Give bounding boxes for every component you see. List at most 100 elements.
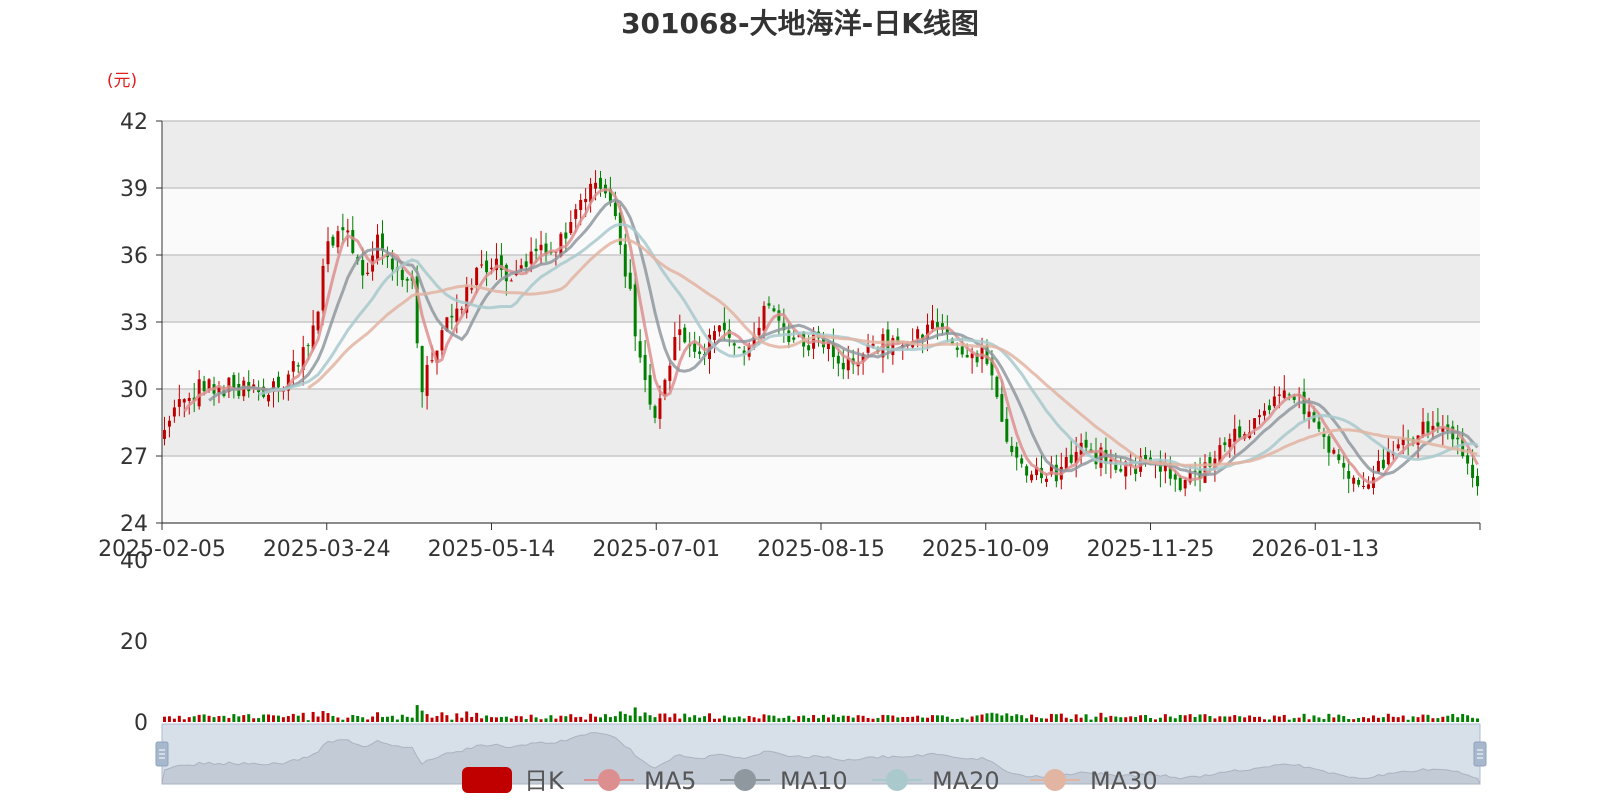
candle[interactable] <box>995 375 999 399</box>
volume-bar <box>876 717 880 722</box>
volume-bar <box>757 718 761 722</box>
candle-body <box>613 202 617 217</box>
volume-bar <box>1208 716 1212 722</box>
candle-body <box>267 394 271 402</box>
candle-body <box>658 398 662 419</box>
candle-body <box>1466 455 1470 464</box>
volume-bar <box>589 713 593 722</box>
volume-bar <box>1203 714 1207 722</box>
volume-bar <box>1079 717 1083 722</box>
volume-bar <box>821 714 825 722</box>
candle-body <box>331 236 335 246</box>
price-tick-label: 27 <box>120 445 148 470</box>
candle-body <box>1173 474 1177 480</box>
volume-bar <box>1381 717 1385 722</box>
volume-bar <box>1228 716 1232 722</box>
volume-bar <box>1386 713 1390 722</box>
legend-marker-icon <box>598 769 620 791</box>
volume-bar <box>1025 718 1029 722</box>
volume-bar <box>1049 713 1053 722</box>
candle-body <box>1272 396 1276 407</box>
candle-body <box>1015 446 1019 458</box>
volume-bar <box>1040 718 1043 722</box>
candle-body <box>1376 460 1380 473</box>
volume-bar <box>1352 719 1356 722</box>
candle-body <box>653 406 657 418</box>
volume-bar <box>480 718 484 722</box>
candle-body <box>1471 464 1475 478</box>
volume-bar <box>385 716 389 722</box>
candle-body <box>712 331 716 340</box>
kline-chart: 301068-大地海洋-日K线图 (元) 24 27 30 33 36 39 42 2025… <box>0 0 1600 800</box>
candle-body <box>1119 469 1123 472</box>
candle-body <box>1253 418 1257 429</box>
volume-bar <box>177 715 181 722</box>
volume-bar <box>658 713 662 722</box>
candle-body <box>162 430 166 439</box>
candle-body <box>638 341 642 358</box>
candle-body <box>678 329 682 336</box>
volume-bar <box>262 714 266 722</box>
legend-marker-icon <box>734 769 756 791</box>
candle-body <box>955 347 959 350</box>
candle-body <box>693 343 697 352</box>
volume-bar <box>390 715 394 722</box>
candle-body <box>633 284 637 337</box>
candle-body <box>574 209 578 219</box>
volume-bar <box>1188 714 1192 722</box>
volume-bar <box>311 711 315 722</box>
candle-body <box>732 343 736 346</box>
volume-bar <box>777 718 781 722</box>
volume-bar <box>202 714 206 722</box>
price-grid-band <box>162 322 1480 389</box>
candle-body <box>291 361 295 372</box>
volume-bar <box>514 715 518 722</box>
legend-item-ma10[interactable]: MA10 <box>720 767 848 795</box>
volume-bar <box>1362 717 1366 722</box>
legend-item-ma20[interactable]: MA20 <box>872 767 1000 795</box>
candle-body <box>1084 439 1088 448</box>
volume-bar <box>1367 718 1371 722</box>
candle-body <box>1183 479 1187 489</box>
volume-bar <box>970 716 974 722</box>
candle-body <box>167 420 171 427</box>
x-tick-label: 2025-08-15 <box>757 537 885 562</box>
x-tick-label: 2026-01-13 <box>1251 537 1379 562</box>
volume-tick-label: 20 <box>120 630 148 655</box>
volume-bar <box>812 715 816 722</box>
volume-bar <box>1312 715 1316 722</box>
candle-body <box>1233 428 1237 442</box>
volume-bar <box>376 712 380 722</box>
volume-bar <box>192 716 196 722</box>
volume-bar <box>1282 714 1286 722</box>
candle-body <box>599 177 602 189</box>
volume-bar <box>965 719 969 722</box>
volume-bar <box>167 716 171 722</box>
candle-body <box>1020 458 1024 464</box>
candle-body <box>440 330 444 351</box>
volume-bar <box>841 715 845 722</box>
volume-bar <box>1267 719 1271 722</box>
volume-bar <box>613 716 617 722</box>
volume-bar <box>1332 717 1336 722</box>
volume-bar <box>836 717 840 722</box>
candle-body <box>737 347 741 349</box>
volume-bar <box>1178 714 1182 722</box>
volume-bar <box>633 707 637 722</box>
volume-bar <box>628 715 632 722</box>
volume-bar <box>1466 715 1470 722</box>
x-tick-label: 2025-10-09 <box>922 537 1050 562</box>
candle-body <box>1307 411 1311 418</box>
candle-body <box>1357 480 1361 485</box>
candle-body <box>430 360 434 362</box>
volume-bar <box>673 713 677 722</box>
legend-item-ma30[interactable]: MA30 <box>1030 767 1158 795</box>
volume-bar <box>945 716 949 722</box>
volume-bar <box>524 719 528 722</box>
volume-bar <box>618 711 622 722</box>
candle-body <box>1267 405 1271 411</box>
volume-bar <box>237 716 241 722</box>
volume-bar <box>752 717 756 722</box>
candle-body <box>470 288 474 290</box>
price-grid-band <box>162 456 1480 523</box>
